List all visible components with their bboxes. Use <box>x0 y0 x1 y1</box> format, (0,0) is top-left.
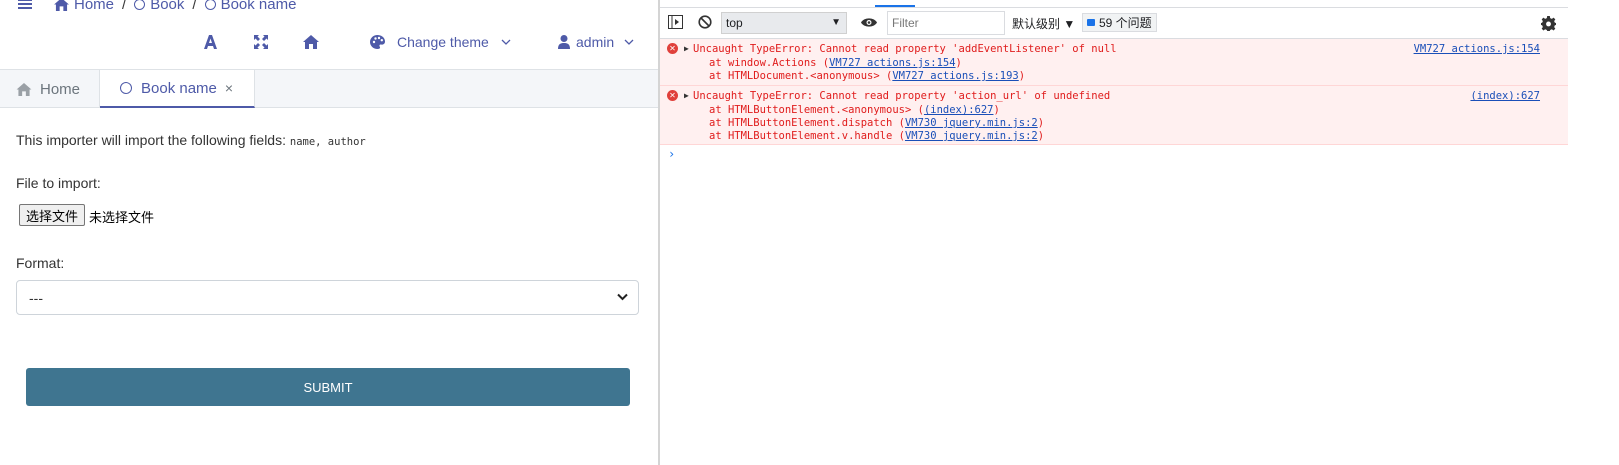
devtools-pane: top ▼ Filter 默认级别 ▼ 59 个问题 ✕ ▶ Uncaught … <box>660 0 1568 465</box>
breadcrumb-book[interactable]: Book <box>134 0 184 13</box>
tab-bar: Home Book name × <box>0 70 658 108</box>
expand-icon <box>254 35 268 49</box>
intro-fields: name, author <box>289 136 366 148</box>
stack-frame-link[interactable]: VM727 actions.js:154 <box>829 57 955 69</box>
eye-icon[interactable] <box>861 17 877 28</box>
home-button[interactable] <box>303 30 319 54</box>
user-name: admin <box>576 34 615 50</box>
error-text: Uncaught TypeError: Cannot read property… <box>693 43 1117 55</box>
breadcrumb-book-name[interactable]: Book name <box>204 0 297 13</box>
stack-frame: at window.Actions (VM727 actions.js:154) <box>709 57 962 69</box>
chevron-down-icon <box>617 293 628 301</box>
file-label: File to import: <box>16 175 101 191</box>
error-source-link[interactable]: (index):627 <box>1470 90 1540 102</box>
breadcrumb-book-name-label: Book name <box>220 0 297 13</box>
breadcrumb: Home / Book / Book name <box>18 0 296 14</box>
log-levels-dropdown[interactable]: 默认级别 ▼ <box>1012 15 1075 32</box>
change-theme-dropdown[interactable]: Change theme <box>370 30 511 54</box>
stack-frame-suffix: ) <box>993 104 1000 116</box>
format-selected-value: --- <box>29 289 43 306</box>
error-icon: ✕ <box>667 43 678 54</box>
submit-button[interactable]: SUBMIT <box>26 368 630 406</box>
breadcrumb-separator: / <box>122 0 127 13</box>
stack-frame: at HTMLButtonElement.dispatch (VM730 jqu… <box>709 117 1044 129</box>
context-selector[interactable]: top ▼ <box>721 12 847 34</box>
breadcrumb-home[interactable]: Home <box>54 0 114 13</box>
stack-frame-link[interactable]: VM730 jquery.min.js:2 <box>905 117 1038 129</box>
choose-file-button[interactable]: 选择文件 <box>19 204 86 226</box>
intro-text: This importer will import the following … <box>16 132 290 148</box>
tab-home-label: Home <box>40 80 81 98</box>
window-margin <box>1568 0 1619 465</box>
stack-frame-text: at window.Actions ( <box>709 57 830 69</box>
stack-frame-link[interactable]: VM730 jquery.min.js:2 <box>905 130 1038 142</box>
filter-input[interactable]: Filter <box>887 11 1005 35</box>
circle-icon <box>120 82 132 94</box>
stack-frame-text: at HTMLButtonElement.v.handle ( <box>709 130 905 142</box>
tab-home[interactable]: Home <box>0 70 100 108</box>
breadcrumb-home-label: Home <box>74 0 115 13</box>
console-toolbar: top ▼ Filter 默认级别 ▼ 59 个问题 <box>660 8 1568 39</box>
stack-frame-suffix: ) <box>955 57 962 69</box>
stack-frame: at HTMLButtonElement.<anonymous> ((index… <box>709 104 1000 116</box>
home-icon <box>303 35 319 49</box>
gear-icon[interactable] <box>1541 16 1556 31</box>
hamburger-icon[interactable] <box>18 0 32 11</box>
home-icon <box>54 0 69 11</box>
devtools-tab-strip <box>660 0 1568 8</box>
console-error-message: ✕ ▶ Uncaught TypeError: Cannot read prop… <box>660 39 1568 86</box>
error-text: Uncaught TypeError: Cannot read property… <box>693 90 1111 102</box>
format-label: Format: <box>16 255 65 271</box>
format-select[interactable]: --- <box>16 280 639 315</box>
error-source-link[interactable]: VM727 actions.js:154 <box>1414 43 1540 55</box>
tab-book-name[interactable]: Book name × <box>100 70 255 108</box>
importer-description: This importer will import the following … <box>16 132 366 148</box>
change-theme-label: Change theme <box>397 34 489 50</box>
stack-frame: at HTMLButtonElement.v.handle (VM730 jqu… <box>709 130 1044 142</box>
caret-down-icon: ▼ <box>831 17 841 28</box>
stack-frame-link[interactable]: VM727 actions.js:193 <box>892 70 1018 82</box>
chevron-down-icon <box>624 39 634 45</box>
console-prompt[interactable]: › <box>668 147 675 161</box>
circle-icon <box>204 0 216 10</box>
issues-button[interactable]: 59 个问题 <box>1082 13 1157 32</box>
breadcrumb-book-label: Book <box>150 0 185 13</box>
user-icon <box>558 35 570 49</box>
stack-frame-suffix: ) <box>1037 130 1045 142</box>
close-icon[interactable]: × <box>225 80 233 96</box>
home-icon <box>16 82 32 96</box>
user-menu[interactable]: admin <box>558 30 634 54</box>
chevron-down-icon <box>501 39 511 45</box>
stack-frame-text: at HTMLButtonElement.dispatch ( <box>709 117 905 129</box>
stack-frame-suffix: ) <box>1018 70 1026 82</box>
console-error-message: ✕ ▶ Uncaught TypeError: Cannot read prop… <box>660 86 1568 145</box>
top-navbar: Home / Book / Book name Change theme adm… <box>0 0 658 70</box>
issues-count: 59 个问题 <box>1099 16 1152 30</box>
expand-triangle-icon[interactable]: ▶ <box>684 91 689 100</box>
expand-triangle-icon[interactable]: ▶ <box>684 44 689 53</box>
stack-frame-link[interactable]: (index):627 <box>924 104 994 116</box>
palette-icon <box>370 35 385 49</box>
app-pane: Home / Book / Book name Change theme adm… <box>0 0 658 465</box>
clear-console-icon[interactable] <box>698 15 712 29</box>
font-icon <box>204 35 217 49</box>
fullscreen-button[interactable] <box>254 30 268 54</box>
error-icon: ✕ <box>667 90 678 101</box>
context-value: top <box>726 16 743 30</box>
circle-icon <box>134 0 146 10</box>
font-size-button[interactable] <box>204 30 217 54</box>
message-icon <box>1087 19 1095 26</box>
tab-book-name-label: Book name <box>141 79 217 97</box>
file-status: 未选择文件 <box>89 210 155 225</box>
active-tab-indicator <box>875 5 915 7</box>
stack-frame-text: at HTMLDocument.<anonymous> ( <box>709 70 893 82</box>
stack-frame-suffix: ) <box>1037 117 1045 129</box>
breadcrumb-separator: / <box>192 0 197 13</box>
sidebar-toggle-icon[interactable] <box>668 15 683 29</box>
stack-frame-text: at HTMLButtonElement.<anonymous> ( <box>709 104 924 116</box>
navbar-tools: Change theme admin <box>0 30 658 54</box>
stack-frame: at HTMLDocument.<anonymous> (VM727 actio… <box>709 70 1025 82</box>
